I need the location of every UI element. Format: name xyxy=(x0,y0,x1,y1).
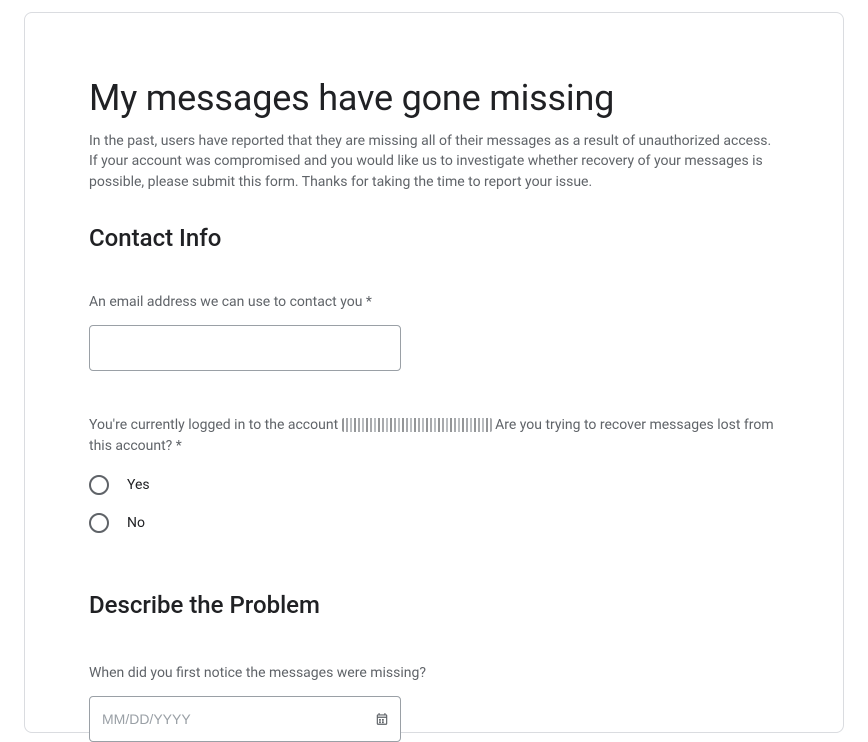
account-question-prefix: You're currently logged in to the accoun… xyxy=(89,417,342,433)
intro-text: In the past, users have reported that th… xyxy=(89,131,779,192)
radio-circle-icon xyxy=(89,513,109,533)
page-title: My messages have gone missing xyxy=(89,77,779,119)
obscured-account-text xyxy=(342,418,492,432)
describe-section-title: Describe the Problem xyxy=(89,591,779,619)
radio-label-no: No xyxy=(127,515,145,531)
radio-option-yes[interactable]: Yes xyxy=(89,475,779,495)
form-card: My messages have gone missing In the pas… xyxy=(24,12,844,733)
radio-label-yes: Yes xyxy=(127,477,150,493)
radio-circle-icon xyxy=(89,475,109,495)
email-label: An email address we can use to contact y… xyxy=(89,292,779,313)
date-input[interactable] xyxy=(89,696,401,742)
email-input[interactable] xyxy=(89,325,401,371)
email-field-block: An email address we can use to contact y… xyxy=(89,292,779,371)
account-question-block: You're currently logged in to the accoun… xyxy=(89,415,779,533)
date-input-wrapper xyxy=(89,696,401,742)
describe-section: Describe the Problem When did you first … xyxy=(89,591,779,742)
date-label: When did you first notice the messages w… xyxy=(89,663,779,684)
radio-option-no[interactable]: No xyxy=(89,513,779,533)
contact-section-title: Contact Info xyxy=(89,224,779,252)
account-radio-group: Yes No xyxy=(89,475,779,533)
date-field-block: When did you first notice the messages w… xyxy=(89,663,779,742)
account-question-label: You're currently logged in to the accoun… xyxy=(89,415,779,457)
